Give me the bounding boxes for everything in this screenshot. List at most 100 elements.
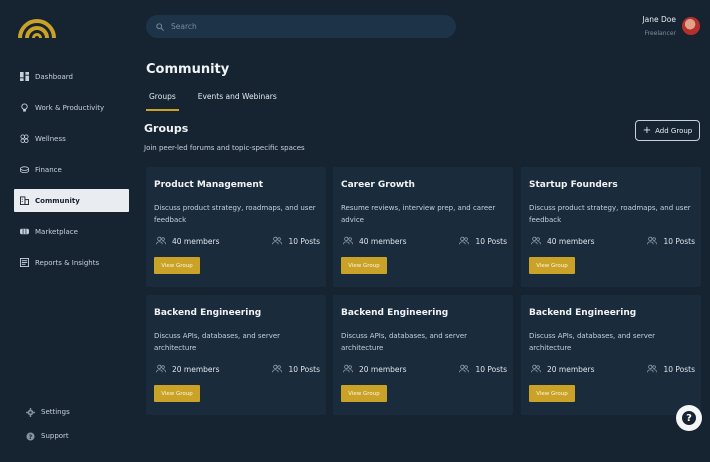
group-title: Backend Engineering [341,308,449,318]
posts-icon [459,364,475,375]
view-group-button[interactable]: View Group [341,385,387,402]
tab-events-webinars[interactable]: Events and Webinars [195,92,280,111]
tab-bar: Groups Events and Webinars [146,92,296,111]
group-posts: 10 Posts [459,236,507,247]
search-icon [156,22,164,31]
posts-count: 10 Posts [663,365,695,374]
search-input[interactable] [171,22,431,31]
section-title: Groups [144,122,189,135]
members-icon [343,236,359,247]
brand-logo[interactable] [18,12,56,39]
group-description: Discuss APIs, databases, and server arch… [529,332,656,352]
group-posts: 10 Posts [272,236,320,247]
posts-icon [647,236,663,247]
posts-icon [459,236,475,247]
view-group-button[interactable]: View Group [529,257,575,274]
view-group-button[interactable]: View Group [154,257,200,274]
group-card[interactable]: Career Growth Resume reviews, interview p… [333,167,513,287]
marketplace-icon [20,227,29,236]
group-members: 40 members [343,236,407,247]
group-posts: 10 Posts [272,364,320,375]
members-count: 20 members [359,365,407,374]
group-members: 40 members [156,236,220,247]
group-title: Backend Engineering [154,308,262,318]
view-group-button[interactable]: View Group [341,257,387,274]
help-button[interactable]: ? [676,405,702,431]
group-members: 20 members [156,364,220,375]
group-title: Backend Engineering [529,308,637,318]
group-description: Discuss product strategy, roadmaps, and … [154,204,316,224]
svg-text:?: ? [29,433,33,440]
group-description: Discuss APIs, databases, and server arch… [154,332,281,352]
user-name: Jane Doe [642,15,676,24]
group-members: 40 members [531,236,595,247]
posts-icon [647,364,663,375]
sidebar-item-marketplace[interactable]: Marketplace [14,220,129,243]
members-count: 40 members [172,237,220,246]
members-icon [531,236,547,247]
posts-icon [272,364,288,375]
sidebar-item-reports-insights[interactable]: Reports & Insights [14,251,129,274]
members-count: 40 members [359,237,407,246]
group-description: Resume reviews, interview prep, and care… [341,204,496,224]
posts-count: 10 Posts [663,237,695,246]
sidebar-item-dashboard[interactable]: Dashboard [14,65,129,88]
group-title: Career Growth [341,180,415,190]
view-group-button[interactable]: View Group [529,385,575,402]
sidebar-item-support[interactable]: ? Support [26,424,70,448]
finance-icon [20,165,29,174]
section-subtitle: Join peer-led forums and topic-specific … [144,144,305,152]
sidebar-item-label: Finance [35,165,62,174]
user-menu[interactable]: Jane Doe Freelancer [642,15,700,37]
posts-icon [272,236,288,247]
wellness-icon [20,134,29,143]
plus-icon: + [642,125,652,136]
group-card[interactable]: Startup Founders Discuss product strategy… [521,167,701,287]
group-members: 20 members [531,364,595,375]
group-card[interactable]: Backend Engineering Discuss APIs, databas… [521,295,701,415]
sidebar-item-label: Work & Productivity [35,103,105,112]
sidebar-item-label: Reports & Insights [35,258,100,267]
sidebar-item-label: Marketplace [35,227,78,236]
members-icon [156,364,172,375]
sidebar-item-wellness[interactable]: Wellness [14,127,129,150]
group-title: Product Management [154,180,264,190]
group-card[interactable]: Backend Engineering Discuss APIs, databas… [146,295,326,415]
group-title: Startup Founders [529,180,618,190]
group-description: Discuss product strategy, roadmaps, and … [529,204,691,224]
avatar[interactable] [682,17,700,35]
sidebar-bottom-nav: Settings ? Support [26,400,70,448]
sidebar-item-settings[interactable]: Settings [26,400,70,424]
group-card[interactable]: Backend Engineering Discuss APIs, databas… [333,295,513,415]
group-posts: 10 Posts [459,364,507,375]
members-icon [343,364,359,375]
add-group-button[interactable]: + Add Group [635,120,700,141]
group-members: 20 members [343,364,407,375]
group-card[interactable]: Product Management Discuss product strate… [146,167,326,287]
lightbulb-icon [20,103,29,112]
members-icon [531,364,547,375]
sidebar-item-label: Dashboard [35,72,73,81]
sidebar-nav: Dashboard Work & Productivity Wellness F… [14,65,129,282]
community-icon [20,196,29,205]
sidebar-item-work-productivity[interactable]: Work & Productivity [14,96,129,119]
search-bar[interactable] [146,15,456,38]
group-posts: 10 Posts [647,364,695,375]
sidebar-item-finance[interactable]: Finance [14,158,129,181]
top-bar: Jane Doe Freelancer [146,15,710,39]
gear-icon [26,407,35,417]
posts-count: 10 Posts [475,237,507,246]
sidebar-item-label: Community [35,196,80,205]
reports-icon [20,258,29,267]
user-role: Freelancer [644,30,676,37]
members-count: 20 members [172,365,220,374]
posts-count: 10 Posts [475,365,507,374]
group-description: Discuss APIs, databases, and server arch… [341,332,468,352]
members-count: 20 members [547,365,595,374]
tab-groups[interactable]: Groups [146,92,179,111]
sidebar-item-community[interactable]: Community [14,189,129,212]
view-group-button[interactable]: View Group [154,385,200,402]
support-icon: ? [26,431,35,441]
help-icon: ? [682,411,696,425]
members-count: 40 members [547,237,595,246]
